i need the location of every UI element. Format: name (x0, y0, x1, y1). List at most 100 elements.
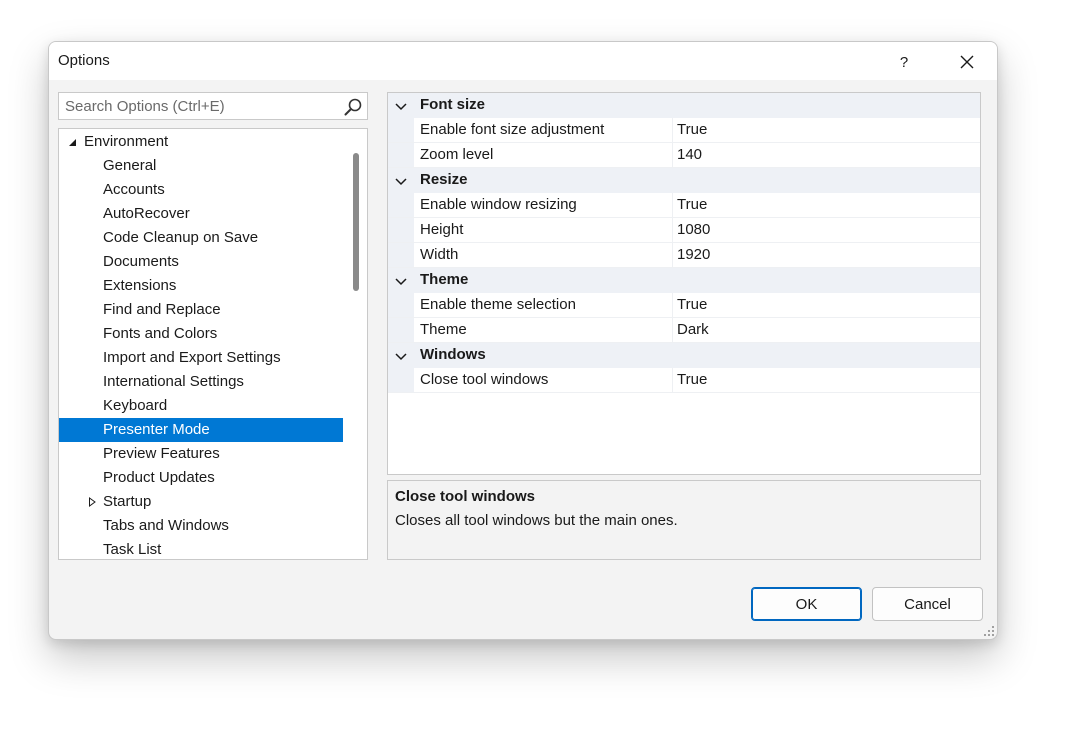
column-divider (672, 318, 673, 342)
category-label: Resize (420, 171, 468, 188)
tree-item[interactable]: Accounts (59, 178, 343, 202)
resize-grip-icon[interactable] (983, 625, 995, 637)
tree-item-label: Documents (103, 253, 179, 270)
property-name: Height (420, 221, 464, 238)
column-divider (672, 118, 673, 142)
tree-item[interactable]: Find and Replace (59, 298, 343, 322)
property-row[interactable]: Enable theme selection True (388, 293, 980, 318)
tree-item[interactable]: Documents (59, 250, 343, 274)
tree-item-label: International Settings (103, 373, 244, 390)
property-name: Enable font size adjustment (420, 121, 605, 138)
chevron-down-icon[interactable] (394, 349, 408, 363)
description-text: Closes all tool windows but the main one… (395, 512, 678, 529)
tree-item-label: Environment (84, 133, 169, 150)
search-box[interactable] (58, 92, 368, 120)
tree-item-label: General (103, 157, 157, 174)
tree-item[interactable]: General (59, 154, 343, 178)
tree-item[interactable]: Import and Export Settings (59, 346, 343, 370)
property-value[interactable]: True (677, 296, 707, 313)
column-divider (672, 218, 673, 242)
tree-item[interactable]: Tabs and Windows (59, 514, 343, 538)
tree-scrollbar[interactable] (345, 129, 367, 559)
dialog-title: Options (58, 52, 110, 69)
tree-item[interactable]: Environment (59, 130, 343, 154)
tree-item[interactable]: Code Cleanup on Save (59, 226, 343, 250)
property-row[interactable]: Zoom level 140 (388, 143, 980, 168)
row-gutter (388, 193, 414, 217)
column-divider (672, 368, 673, 392)
tree-item-label: Startup (103, 493, 152, 510)
tree-item[interactable]: Extensions (59, 274, 343, 298)
property-name: Close tool windows (420, 371, 549, 388)
ok-button[interactable]: OK (751, 587, 862, 621)
column-divider (672, 293, 673, 317)
category-label: Windows (420, 346, 486, 363)
property-name: Width (420, 246, 459, 263)
property-value[interactable]: 1080 (677, 221, 710, 238)
help-button[interactable]: ? (887, 46, 921, 78)
property-row[interactable]: Height 1080 (388, 218, 980, 243)
tree-item-label: Import and Export Settings (103, 349, 281, 366)
property-value[interactable]: 1920 (677, 246, 710, 263)
property-row[interactable]: Theme Dark (388, 318, 980, 343)
tree-item-label: Find and Replace (103, 301, 221, 318)
chevron-down-icon[interactable] (394, 99, 408, 113)
tree-item[interactable]: Product Updates (59, 466, 343, 490)
tree-item[interactable]: Startup (59, 490, 343, 514)
search-icon[interactable] (343, 97, 363, 117)
row-gutter (388, 293, 414, 317)
property-grid: Font size Enable font size adjustment True… (387, 92, 981, 475)
property-value[interactable]: True (677, 371, 707, 388)
search-input[interactable] (59, 93, 339, 119)
category-row[interactable]: Theme (388, 268, 980, 293)
options-dialog: Options ? Environment General Accounts Auto… (48, 41, 998, 640)
row-gutter (388, 243, 414, 267)
tree-item[interactable]: Fonts and Colors (59, 322, 343, 346)
tree-item[interactable]: Preview Features (59, 442, 343, 466)
tree-item[interactable]: Keyboard (59, 394, 343, 418)
chevron-down-icon[interactable] (394, 174, 408, 188)
row-gutter (388, 118, 414, 142)
tree-item-label: Keyboard (103, 397, 168, 414)
chevron-down-icon[interactable] (394, 274, 408, 288)
triangle-collapsed-icon[interactable] (86, 490, 98, 514)
property-name: Theme (420, 321, 467, 338)
property-value[interactable]: Dark (677, 321, 709, 338)
tree-item[interactable]: Task List (59, 538, 343, 559)
tree-item-label: Code Cleanup on Save (103, 229, 259, 246)
tree-item-label: Extensions (103, 277, 177, 294)
tree-item-label: Presenter Mode (103, 421, 210, 438)
tree-item-label: Tabs and Windows (103, 517, 229, 534)
tree-item-label: Accounts (103, 181, 165, 198)
cancel-button[interactable]: Cancel (872, 587, 983, 621)
property-name: Enable theme selection (420, 296, 576, 313)
column-divider (672, 243, 673, 267)
property-value[interactable]: True (677, 121, 707, 138)
tree-item-label: Product Updates (103, 469, 215, 486)
category-row[interactable]: Windows (388, 343, 980, 368)
property-row[interactable]: Enable window resizing True (388, 193, 980, 218)
scrollbar-thumb[interactable] (353, 153, 359, 291)
tree-item[interactable]: International Settings (59, 370, 343, 394)
property-row[interactable]: Width 1920 (388, 243, 980, 268)
close-button[interactable] (946, 46, 988, 78)
description-panel: Close tool windows Closes all tool windo… (387, 480, 981, 560)
tree-item-label: AutoRecover (103, 205, 190, 222)
property-name: Zoom level (420, 146, 494, 163)
row-gutter (388, 218, 414, 242)
category-row[interactable]: Font size (388, 93, 980, 118)
row-gutter (388, 143, 414, 167)
column-divider (672, 193, 673, 217)
tree-item[interactable]: AutoRecover (59, 202, 343, 226)
property-value[interactable]: True (677, 196, 707, 213)
property-row[interactable]: Close tool windows True (388, 368, 980, 393)
tree-item[interactable]: Presenter Mode (59, 418, 343, 442)
tree-item-label: Fonts and Colors (103, 325, 218, 342)
triangle-expanded-icon[interactable] (66, 130, 78, 154)
tree-item-label: Task List (103, 541, 162, 558)
category-row[interactable]: Resize (388, 168, 980, 193)
options-tree[interactable]: Environment General Accounts AutoRecover Cod… (58, 128, 368, 560)
property-value[interactable]: 140 (677, 146, 702, 163)
property-row[interactable]: Enable font size adjustment True (388, 118, 980, 143)
close-icon (960, 55, 974, 69)
